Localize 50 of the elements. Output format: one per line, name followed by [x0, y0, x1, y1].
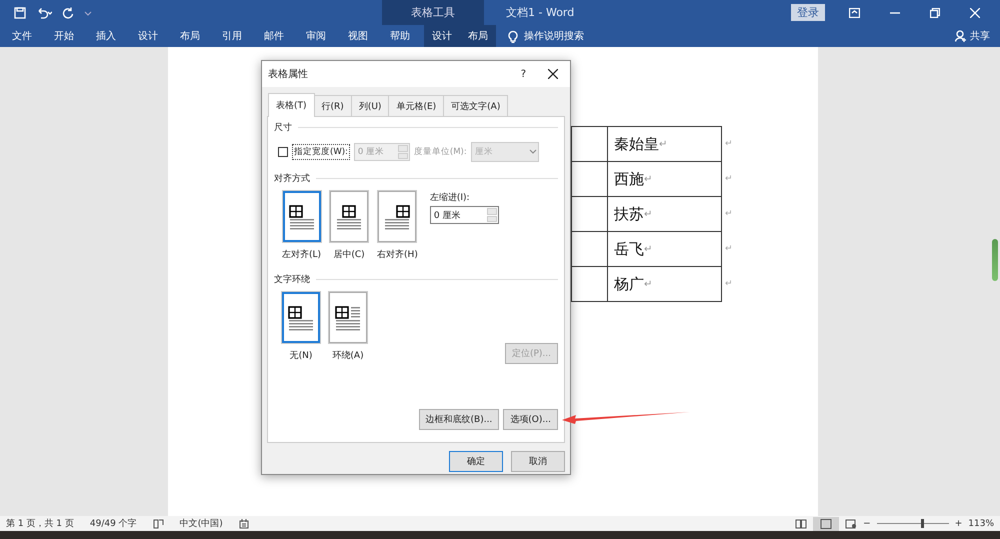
ribbon-tab[interactable]: 设计 — [130, 25, 166, 47]
ribbon-tab[interactable]: 邮件 — [256, 25, 292, 47]
zoom-in-button[interactable]: + — [954, 518, 962, 528]
word-count: 49/49 个字 — [90, 518, 137, 530]
option-label: 左对齐(L) — [282, 248, 322, 261]
row-end-mark: ↵ — [725, 244, 733, 254]
options-button[interactable]: 选项(O)... — [503, 409, 558, 430]
section-heading: 文字环绕 — [274, 274, 310, 286]
dialog-title: 表格属性 — [268, 68, 309, 81]
page-count: 第 1 页，共 1 页 — [6, 518, 74, 530]
ok-button[interactable]: 确定 — [449, 451, 503, 472]
language-indicator[interactable]: 中文(中国) — [180, 517, 223, 530]
table-cell: 杨广↵ — [607, 266, 722, 302]
ribbon-tab[interactable]: 布局 — [172, 25, 208, 47]
ribbon-tab[interactable]: 布局 — [460, 25, 496, 47]
ribbon-tab[interactable]: 文件 — [4, 25, 40, 47]
tell-me-search[interactable]: 操作说明搜索 — [524, 29, 584, 43]
window-title: 文档1 - Word — [506, 5, 576, 20]
ribbon-tab[interactable]: 帮助 — [382, 25, 418, 47]
share-button[interactable]: 共享 — [970, 29, 990, 43]
section-heading: 尺寸 — [274, 122, 292, 134]
borders-shading-button[interactable]: 边框和底纹(B)... — [418, 409, 500, 430]
option-label: 居中(C) — [333, 248, 365, 261]
option-label: 环绕(A) — [332, 350, 364, 362]
ribbon-tab[interactable]: 开始 — [46, 25, 82, 47]
row-end-mark: ↵ — [725, 208, 733, 218]
ribbon-tab[interactable]: 设计 — [424, 25, 460, 47]
zoom-out-button[interactable]: − — [863, 518, 871, 528]
unit-label: 度量单位(M): — [414, 146, 467, 158]
ribbon-tab[interactable]: 视图 — [340, 25, 376, 47]
help-button[interactable]: ? — [520, 68, 526, 80]
section-heading: 对齐方式 — [274, 172, 310, 185]
dialog-tab[interactable]: 表格(T) — [268, 93, 315, 117]
indent-field[interactable]: 0 厘米 — [430, 206, 499, 224]
contextual-tab-group-label: 表格工具 — [382, 0, 484, 25]
login-button[interactable]: 登录 — [791, 4, 825, 21]
option-label: 无(N) — [290, 350, 312, 362]
cancel-button[interactable]: 取消 — [511, 451, 565, 472]
ribbon-tab[interactable]: 插入 — [88, 25, 124, 47]
indent-label: 左缩进(I): — [430, 192, 471, 204]
ribbon-tab[interactable]: 审阅 — [298, 25, 334, 47]
checkbox-label[interactable]: 指定宽度(W): — [292, 144, 350, 160]
row-end-mark: ↵ — [725, 174, 733, 184]
dialog-tab[interactable]: 可选文字(A) — [443, 95, 508, 117]
ribbon-tab[interactable]: 引用 — [214, 25, 250, 47]
option-label: 右对齐(H) — [377, 248, 418, 261]
table-cell: 秦始皇↵ — [607, 126, 722, 162]
row-end-mark: ↵ — [725, 278, 733, 288]
zoom-level[interactable]: 113% — [968, 518, 994, 528]
row-end-mark: ↵ — [725, 138, 733, 148]
